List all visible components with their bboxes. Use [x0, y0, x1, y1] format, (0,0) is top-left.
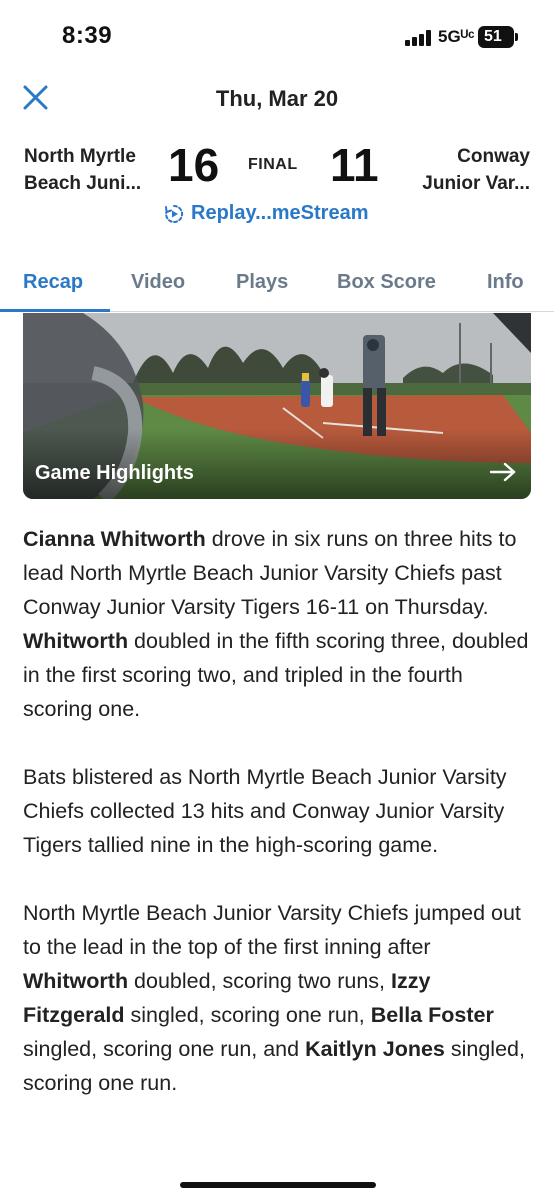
home-team-line1: North Myrtle: [24, 146, 136, 167]
battery-cap: [515, 33, 518, 41]
article-paragraph-3: North Myrtle Beach Junior Varsity Chiefs…: [23, 896, 535, 1100]
home-score: 16: [168, 139, 220, 191]
away-team-name[interactable]: Conway Junior Var...: [422, 143, 530, 197]
battery-icon: 51: [478, 26, 514, 48]
replay-link[interactable]: Replay...meStream: [163, 202, 369, 225]
article-paragraph-1: Cianna Whitworth drove in six runs on th…: [23, 522, 535, 726]
battery-level: 51: [484, 28, 502, 45]
arrow-right-icon: [489, 462, 516, 482]
tab-video[interactable]: Video: [131, 271, 185, 294]
active-tab-indicator: [0, 309, 110, 312]
away-score: 11: [330, 139, 379, 191]
article-text: singled, scoring one run,: [124, 1003, 371, 1027]
tab-box-score[interactable]: Box Score: [337, 271, 436, 294]
article-text: singled, scoring one run, and: [23, 1037, 306, 1061]
home-indicator[interactable]: [180, 1182, 376, 1188]
recap-article: Cianna Whitworth drove in six runs on th…: [23, 522, 535, 1134]
home-team-line2: Beach Juni...: [24, 173, 142, 194]
page-title: Thu, Mar 20: [215, 86, 339, 111]
network-label: 5Gᵁᶜ: [438, 27, 475, 46]
tab-bar: Recap Video Plays Box Score Info: [0, 262, 554, 312]
highlight-title: Game Highlights: [35, 462, 194, 484]
replay-icon: [165, 204, 184, 223]
article-paragraph-2: Bats blistered as North Myrtle Beach Jun…: [23, 765, 507, 857]
player-name: Whitworth: [23, 629, 129, 653]
player-name: Cianna Whitworth: [23, 527, 206, 551]
cellular-signal-icon: [405, 30, 435, 46]
player-name: Kaitlyn Jones: [305, 1037, 445, 1061]
article-text: doubled, scoring two runs,: [128, 969, 392, 993]
away-team-line2: Junior Var...: [422, 173, 530, 194]
status-time: 8:39: [62, 22, 113, 49]
replay-label: Replay...meStream: [191, 202, 369, 224]
away-team-line1: Conway: [457, 146, 530, 167]
game-highlights-card[interactable]: Game Highlights: [23, 313, 531, 499]
home-team-name[interactable]: North Myrtle Beach Juni...: [24, 143, 141, 197]
status-bar: 8:39 5Gᵁᶜ 51: [0, 0, 554, 72]
tab-recap[interactable]: Recap: [23, 271, 83, 294]
tab-info[interactable]: Info: [487, 271, 524, 294]
player-name: Whitworth: [23, 969, 129, 993]
game-status: FINAL: [248, 156, 298, 173]
player-name: Bella Foster: [370, 1003, 494, 1027]
tab-plays[interactable]: Plays: [236, 271, 288, 294]
article-text: North Myrtle Beach Junior Varsity Chiefs…: [23, 901, 521, 959]
